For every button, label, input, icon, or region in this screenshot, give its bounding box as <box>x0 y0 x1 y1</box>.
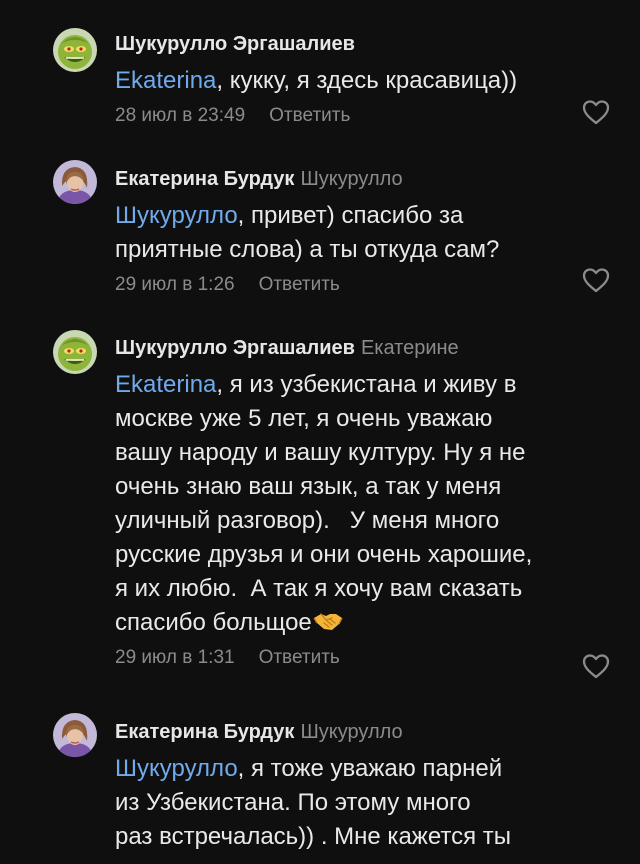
author-name[interactable]: Шукурулло Эргашалиев <box>115 337 355 359</box>
comment-body: Шукурулло Эргашалиев Екатерине Ekaterina,… <box>115 335 600 670</box>
handshake-emoji <box>313 613 343 630</box>
reply-to-name[interactable]: Шукурулло <box>300 721 402 743</box>
comment-body: Екатерина Бурдук Шукурулло Шукурулло, я т… <box>115 719 600 854</box>
reply-to-name[interactable]: Екатерине <box>361 337 459 359</box>
comment-meta: 29 июл в 1:31 Ответить <box>115 646 600 670</box>
mention-link[interactable]: Шукурулло <box>115 202 238 229</box>
comment-text: Шукурулло, привет) спасибо за приятные с… <box>115 199 600 267</box>
woman-photo-avatar[interactable] <box>53 160 97 204</box>
comment-header: Шукурулло Эргашалиев Екатерине <box>115 335 600 361</box>
heart-outline-icon[interactable] <box>581 652 611 680</box>
heart-outline-icon[interactable] <box>581 98 611 126</box>
reply-to-name[interactable]: Шукурулло <box>300 168 402 190</box>
comment-date: 29 июл в 1:26 <box>115 274 235 295</box>
comment-header: Екатерина Бурдук Шукурулло <box>115 719 600 745</box>
comment-text: Ekaterina, кукку, я здесь красавица)) <box>115 64 600 98</box>
comment-header: Екатерина Бурдук Шукурулло <box>115 166 600 192</box>
author-name[interactable]: Екатерина Бурдук <box>115 721 294 743</box>
author-name[interactable]: Екатерина Бурдук <box>115 168 294 190</box>
comment-meta: 28 июл в 23:49 Ответить <box>115 104 600 128</box>
comment-message: , кукку, я здесь красавица)) <box>216 67 518 94</box>
comment-date: 29 июл в 1:31 <box>115 647 235 668</box>
mention-link[interactable]: Шукурулло <box>115 755 238 782</box>
comment-message: , я из узбекистана и живу в москве уже 5… <box>115 371 533 636</box>
woman-photo-avatar[interactable] <box>53 713 97 757</box>
comment-body: Екатерина Бурдук Шукурулло Шукурулло, при… <box>115 166 600 297</box>
comment-date: 28 июл в 23:49 <box>115 105 246 126</box>
reply-button[interactable]: Ответить <box>269 105 350 126</box>
comment-text: Шукурулло, я тоже уважаю парней из Узбек… <box>115 752 600 854</box>
grinch-avatar[interactable] <box>53 330 97 374</box>
reply-button[interactable]: Ответить <box>259 274 340 295</box>
heart-outline-icon[interactable] <box>581 266 611 294</box>
comment-body: Шукурулло Эргашалиев Ekaterina, кукку, я… <box>115 31 600 128</box>
mention-link[interactable]: Ekaterina <box>115 67 216 94</box>
grinch-avatar[interactable] <box>53 28 97 72</box>
author-name[interactable]: Шукурулло Эргашалиев <box>115 33 355 55</box>
comment-meta: 29 июл в 1:26 Ответить <box>115 273 600 297</box>
comment-header: Шукурулло Эргашалиев <box>115 31 600 57</box>
comment-text: Ekaterina, я из узбекистана и живу в мос… <box>115 368 600 640</box>
reply-button[interactable]: Ответить <box>259 647 340 668</box>
mention-link[interactable]: Ekaterina <box>115 371 216 398</box>
